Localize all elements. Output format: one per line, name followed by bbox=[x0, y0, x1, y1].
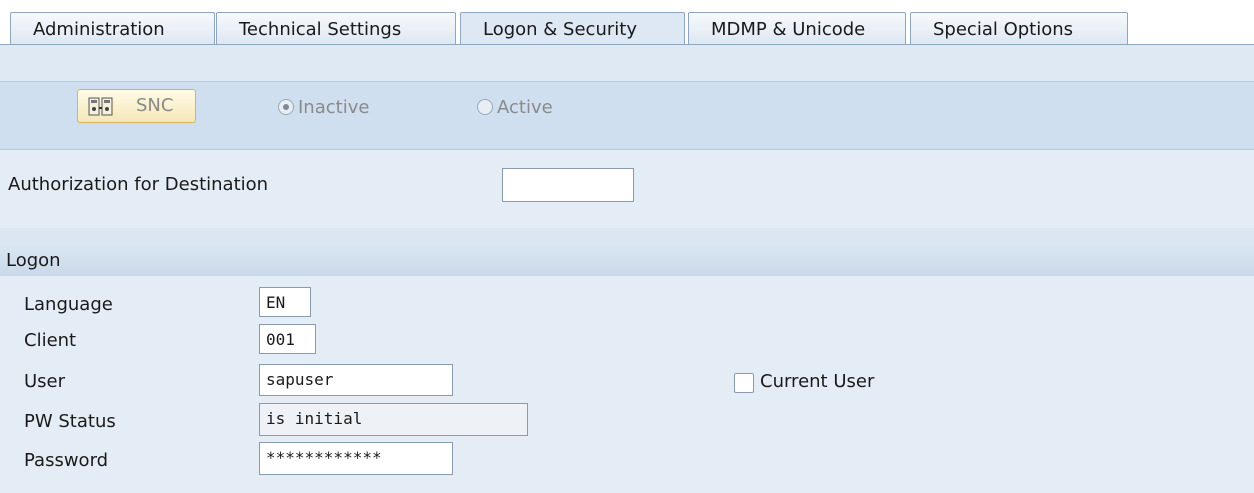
snc-button-label: SNC bbox=[136, 95, 174, 116]
pw-status-label: PW Status bbox=[24, 411, 116, 432]
logon-section-title: Logon bbox=[6, 250, 61, 271]
tab-strip: Administration Technical Settings Logon … bbox=[0, 0, 1254, 45]
logon-section-body bbox=[0, 276, 1254, 493]
radio-label: Active bbox=[497, 97, 553, 118]
pw-status-field: is initial bbox=[259, 403, 528, 436]
radio-circle bbox=[278, 99, 294, 115]
tab-label: Logon & Security bbox=[483, 19, 637, 40]
snc-icon bbox=[88, 97, 113, 116]
logon-section-header: Logon bbox=[0, 244, 1254, 276]
password-label: Password bbox=[24, 450, 109, 471]
tab-administration[interactable]: Administration bbox=[10, 12, 215, 45]
authorization-label: Authorization for Destination bbox=[8, 174, 269, 195]
tab-label: Special Options bbox=[933, 19, 1074, 40]
section-band bbox=[0, 228, 1254, 244]
current-user-checkbox[interactable] bbox=[734, 373, 754, 393]
radio-label: Inactive bbox=[298, 97, 370, 118]
snc-button[interactable]: SNC bbox=[77, 89, 196, 123]
user-label: User bbox=[24, 371, 66, 392]
tab-label: MDMP & Unicode bbox=[711, 19, 866, 40]
radio-circle bbox=[477, 99, 493, 115]
tab-technical-settings[interactable]: Technical Settings bbox=[216, 12, 456, 45]
radio-selected-dot bbox=[283, 104, 289, 110]
authorization-input[interactable] bbox=[502, 168, 634, 202]
tab-label: Technical Settings bbox=[239, 19, 402, 40]
current-user-label: Current User bbox=[760, 371, 875, 392]
tab-logon-security[interactable]: Logon & Security bbox=[460, 12, 685, 45]
tab-mdmp-unicode[interactable]: MDMP & Unicode bbox=[688, 12, 906, 45]
language-label: Language bbox=[24, 294, 113, 315]
tab-label: Administration bbox=[33, 19, 165, 40]
client-label: Client bbox=[24, 330, 77, 351]
toolbar-band bbox=[0, 45, 1254, 81]
language-input[interactable]: EN bbox=[259, 287, 311, 317]
user-input[interactable]: sapuser bbox=[259, 364, 453, 396]
password-input[interactable]: ************ bbox=[259, 442, 453, 475]
client-input[interactable]: 001 bbox=[259, 324, 316, 354]
tab-special-options[interactable]: Special Options bbox=[910, 12, 1128, 45]
